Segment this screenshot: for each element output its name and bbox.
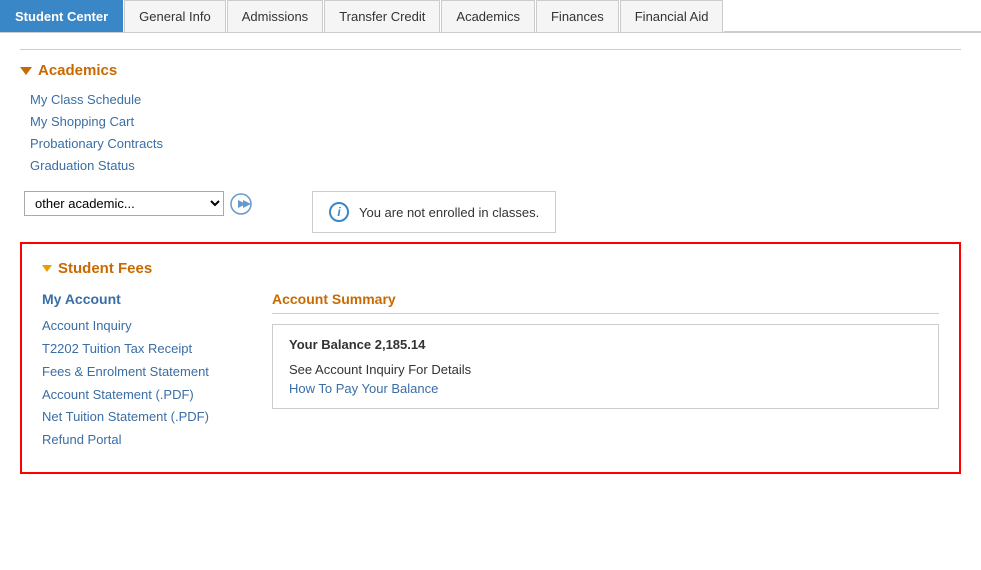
- academics-dropdown-row: other academic...: [24, 191, 252, 216]
- academics-links: My Class Schedule My Shopping Cart Proba…: [30, 89, 961, 177]
- main-content: Academics My Class Schedule My Shopping …: [0, 33, 981, 494]
- tab-transfer-credit[interactable]: Transfer Credit: [324, 0, 440, 32]
- top-nav: Student Center General Info Admissions T…: [0, 0, 981, 33]
- link-my-class-schedule[interactable]: My Class Schedule: [30, 89, 961, 111]
- link-account-statement-pdf[interactable]: Account Statement (.PDF): [42, 384, 242, 407]
- go-button[interactable]: [230, 193, 252, 215]
- fees-collapse-icon[interactable]: [42, 265, 52, 272]
- link-graduation-status[interactable]: Graduation Status: [30, 155, 961, 177]
- academics-dropdown[interactable]: other academic...: [24, 191, 224, 216]
- tab-student-center[interactable]: Student Center: [0, 0, 123, 32]
- link-t2202-tax[interactable]: T2202 Tuition Tax Receipt: [42, 338, 242, 361]
- info-icon: i: [329, 202, 349, 222]
- account-summary-title: Account Summary: [272, 291, 939, 314]
- fees-title: Student Fees: [58, 260, 152, 277]
- balance-text: Your Balance 2,185.14: [289, 337, 922, 352]
- link-refund-portal[interactable]: Refund Portal: [42, 429, 242, 452]
- fees-header: Student Fees: [42, 260, 939, 277]
- nav-spacer: [724, 0, 981, 32]
- link-fees-enrolment[interactable]: Fees & Enrolment Statement: [42, 361, 242, 384]
- not-enrolled-box: i You are not enrolled in classes.: [312, 191, 556, 233]
- account-summary-panel: Account Summary Your Balance 2,185.14 Se…: [272, 291, 939, 452]
- tab-financial-aid[interactable]: Financial Aid: [620, 0, 724, 32]
- fees-body: My Account Account Inquiry T2202 Tuition…: [42, 291, 939, 452]
- my-account-panel: My Account Account Inquiry T2202 Tuition…: [42, 291, 242, 452]
- tab-finances[interactable]: Finances: [536, 0, 619, 32]
- academics-collapse-icon[interactable]: [20, 67, 32, 75]
- link-account-inquiry[interactable]: Account Inquiry: [42, 315, 242, 338]
- tab-academics[interactable]: Academics: [441, 0, 535, 32]
- not-enrolled-text: You are not enrolled in classes.: [359, 205, 539, 220]
- link-net-tuition-pdf[interactable]: Net Tuition Statement (.PDF): [42, 406, 242, 429]
- academics-title: Academics: [38, 62, 117, 79]
- summary-box: Your Balance 2,185.14 See Account Inquir…: [272, 324, 939, 409]
- summary-note: See Account Inquiry For Details: [289, 362, 922, 377]
- link-my-shopping-cart[interactable]: My Shopping Cart: [30, 111, 961, 133]
- academics-header: Academics: [20, 62, 961, 79]
- tab-admissions[interactable]: Admissions: [227, 0, 323, 32]
- link-probationary-contracts[interactable]: Probationary Contracts: [30, 133, 961, 155]
- my-account-title: My Account: [42, 291, 242, 307]
- academics-controls-row: other academic... i You are not enrolled…: [20, 191, 961, 234]
- tab-general-info[interactable]: General Info: [124, 0, 226, 32]
- top-separator: [20, 49, 961, 50]
- student-fees-section: Student Fees My Account Account Inquiry …: [20, 242, 961, 474]
- how-to-pay-link[interactable]: How To Pay Your Balance: [289, 381, 922, 396]
